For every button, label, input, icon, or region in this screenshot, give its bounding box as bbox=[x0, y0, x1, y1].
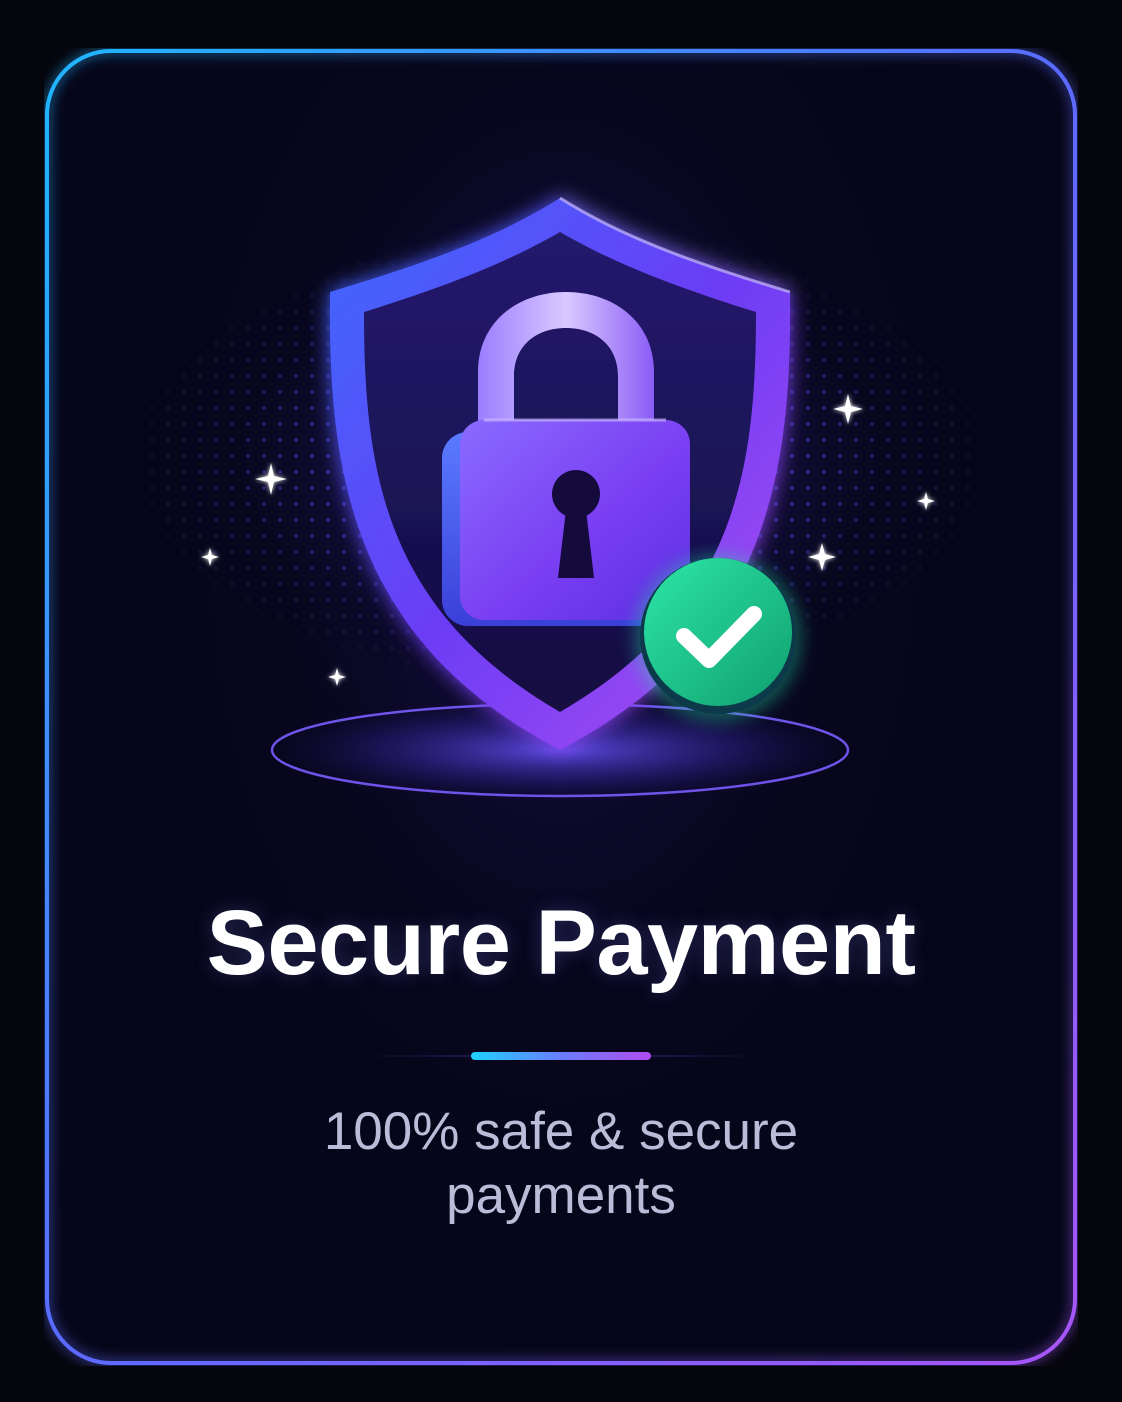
title-divider bbox=[361, 1052, 761, 1060]
checkmark-badge-icon bbox=[634, 554, 802, 722]
card-title: Secure Payment bbox=[206, 892, 916, 994]
security-illustration bbox=[100, 196, 1020, 802]
card-subtitle: 100% safe & secure payments bbox=[323, 1102, 799, 1225]
